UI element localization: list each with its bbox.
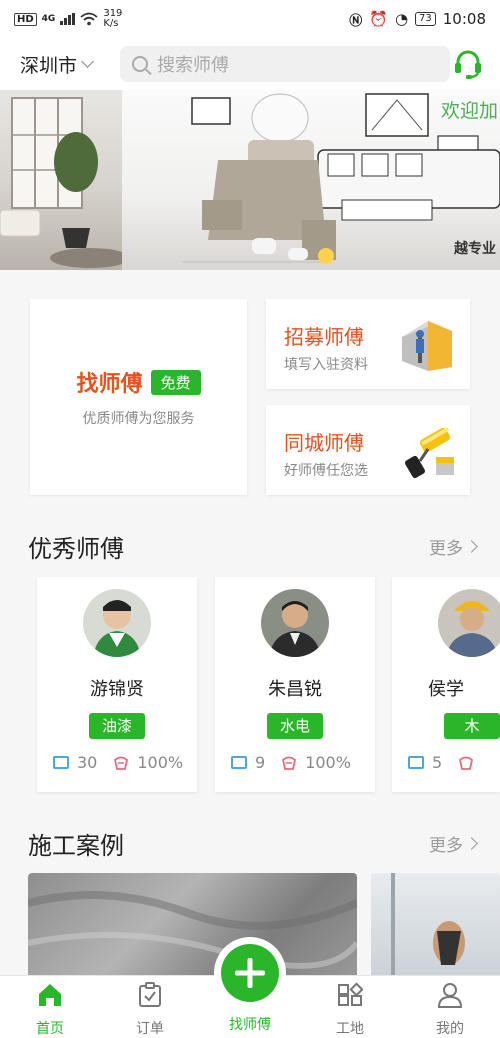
master-praise-rate: 100% xyxy=(137,753,184,772)
case-card[interactable] xyxy=(371,873,500,983)
cases-more-link[interactable]: 更多 xyxy=(429,831,478,856)
praise-icon xyxy=(459,756,474,770)
grid-apps-icon xyxy=(338,982,364,1006)
wall-painting-icon xyxy=(398,317,456,373)
nfc-icon: Ⓝ xyxy=(349,13,363,29)
tab-orders[interactable]: 订单 xyxy=(110,982,190,1038)
tab-orders-label: 订单 xyxy=(136,1021,164,1037)
tab-find-label[interactable]: 找师傅 xyxy=(214,1014,286,1034)
master-name: 游锦贤 xyxy=(90,679,144,700)
master-skill-tag: 木 xyxy=(444,713,500,739)
master-skill-tag: 油漆 xyxy=(89,713,145,739)
avatar xyxy=(261,589,329,657)
signal-icon xyxy=(60,13,76,25)
recruit-master-card[interactable]: 招募师傅 填写入驻资料 xyxy=(266,299,470,389)
network-type: 4G xyxy=(41,14,56,24)
cases-section-title: 施工案例 xyxy=(28,832,124,860)
master-name: 朱昌锐 xyxy=(268,679,322,700)
comment-icon xyxy=(408,756,424,769)
tab-mine-label: 我的 xyxy=(436,1021,464,1037)
speed-dial-icon: ◔ xyxy=(394,10,409,28)
banner-sub-text: 越专业 xyxy=(454,241,496,257)
banner-room-image xyxy=(0,90,130,270)
battery-icon: 73 xyxy=(415,12,436,26)
status-right: Ⓝ ⏰ ◔ 73 10:08 xyxy=(349,10,486,29)
case-image xyxy=(391,873,465,983)
chevron-down-icon xyxy=(81,54,94,68)
master-review-count: 9 xyxy=(255,753,266,772)
clock: 10:08 xyxy=(442,10,486,28)
find-master-fab-button[interactable] xyxy=(214,937,286,1009)
city-label: 深圳市 xyxy=(20,54,78,77)
hd-icon: HD xyxy=(14,12,37,26)
master-stats: 5 xyxy=(408,753,482,772)
avatar xyxy=(438,589,500,657)
status-left: HD 4G 319 K/s xyxy=(14,9,122,29)
plus-icon xyxy=(221,944,279,1002)
master-card[interactable]: 朱昌锐 水电 9 100% xyxy=(215,577,375,792)
paint-roller-icon xyxy=(398,423,456,479)
find-master-title-row: 找师傅 免费 xyxy=(76,366,201,398)
masters-more-link[interactable]: 更多 xyxy=(429,534,478,559)
master-praise-rate: 100% xyxy=(305,753,351,772)
alarm-icon: ⏰ xyxy=(369,10,388,28)
home-icon xyxy=(39,984,61,1006)
master-card[interactable]: 游锦贤 油漆 30 100% xyxy=(37,577,197,792)
search-input[interactable]: 搜索师傅 xyxy=(120,46,450,82)
praise-icon xyxy=(114,756,129,770)
cases-more-label: 更多 xyxy=(429,836,463,856)
master-review-count: 5 xyxy=(432,753,443,772)
find-master-card[interactable]: 找师傅 免费 优质师傅为您服务 xyxy=(30,299,247,495)
case-card[interactable] xyxy=(28,873,357,983)
app-header: 深圳市 搜索师傅 xyxy=(0,38,500,90)
find-master-subtitle: 优质师傅为您服务 xyxy=(82,411,195,427)
local-master-card[interactable]: 同城师傅 好师傅任您选 xyxy=(266,405,470,495)
search-icon xyxy=(132,56,148,72)
promo-banner[interactable]: 欢迎加 越专业 xyxy=(0,90,500,270)
comment-icon xyxy=(53,756,69,769)
clipboard-icon xyxy=(139,982,161,1007)
tab-mine[interactable]: 我的 xyxy=(410,982,490,1038)
master-stats: 30 100% xyxy=(53,753,183,772)
case-image xyxy=(28,891,357,969)
chevron-right-icon xyxy=(465,837,478,850)
tab-home-label: 首页 xyxy=(36,1021,64,1037)
tab-site-label: 工地 xyxy=(336,1021,364,1037)
banner-welcome-text: 欢迎加 xyxy=(440,100,498,122)
chevron-right-icon xyxy=(465,540,478,553)
user-icon xyxy=(437,983,463,1008)
master-review-count: 30 xyxy=(77,753,98,772)
tab-site[interactable]: 工地 xyxy=(310,982,390,1038)
master-name: 侯学 xyxy=(428,679,464,700)
customer-service-headset-icon[interactable] xyxy=(454,49,482,79)
wifi-icon xyxy=(80,12,98,26)
comment-icon xyxy=(231,756,247,769)
network-speed: 319 K/s xyxy=(103,9,122,29)
find-master-title: 找师傅 xyxy=(76,372,143,397)
city-selector[interactable]: 深圳市 xyxy=(20,51,120,78)
speed-unit: K/s xyxy=(103,18,119,29)
free-badge: 免费 xyxy=(150,369,201,395)
avatar xyxy=(83,589,151,657)
master-skill-tag: 水电 xyxy=(267,713,323,739)
masters-section-title: 优秀师傅 xyxy=(28,535,124,563)
tab-home[interactable]: 首页 xyxy=(10,982,90,1038)
status-bar: HD 4G 319 K/s Ⓝ ⏰ ◔ 73 10:08 xyxy=(0,0,500,38)
master-stats: 9 100% xyxy=(231,753,351,772)
masters-more-label: 更多 xyxy=(429,539,463,559)
search-placeholder: 搜索师傅 xyxy=(157,55,229,76)
praise-icon xyxy=(282,756,297,770)
master-card[interactable]: 侯学 木 5 xyxy=(392,577,500,792)
